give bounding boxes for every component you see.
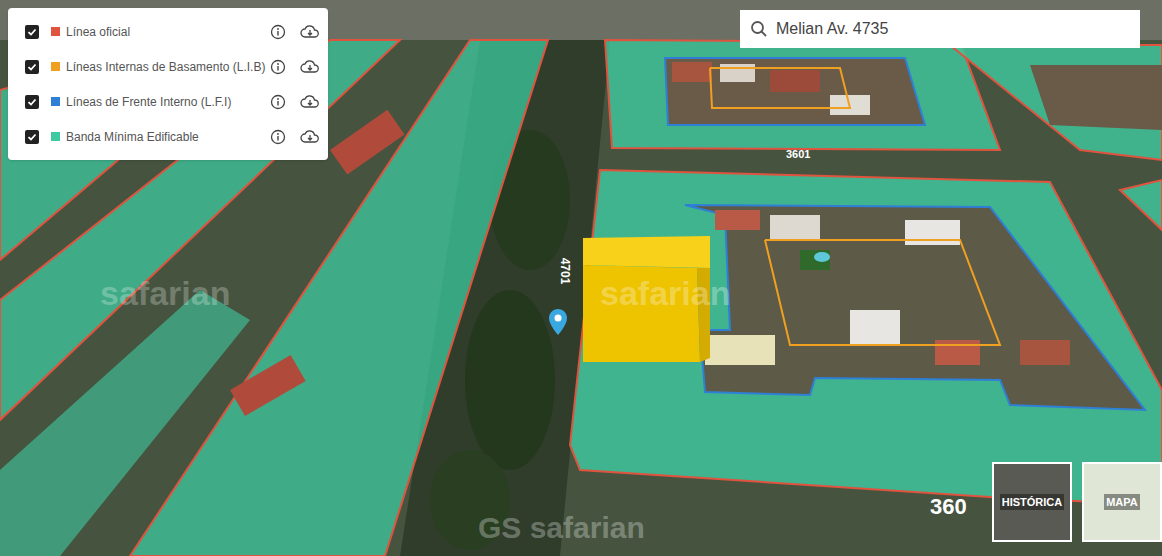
cloud-download-icon[interactable]: [300, 59, 320, 75]
legend-row: Líneas Internas de Basamento (L.I.B): [8, 49, 328, 84]
search-icon: [750, 20, 768, 38]
layer-checkbox[interactable]: [25, 130, 39, 144]
layer-legend: Línea oficial Líneas Internas de Basament…: [8, 8, 328, 160]
legend-row: Línea oficial: [8, 14, 328, 49]
watermark: safarian: [100, 268, 230, 319]
street-label: 3601: [786, 146, 810, 163]
search-box[interactable]: Melian Av. 4735: [740, 10, 1140, 48]
layer-checkbox[interactable]: [25, 25, 39, 39]
street-label: 360: [930, 490, 967, 523]
layer-label: Líneas Internas de Basamento (L.I.B): [66, 58, 264, 76]
watermark: GS safarian: [478, 505, 645, 550]
info-icon[interactable]: [270, 94, 286, 110]
basemap-label: HISTÓRICA: [1000, 494, 1065, 511]
map-view[interactable]: 4701 3601 360 safarian safarian GS safarian Lí…: [0, 0, 1162, 556]
street-label: 4701: [556, 258, 574, 285]
layer-label: Banda Mínima Edificable: [66, 128, 264, 146]
info-icon[interactable]: [270, 24, 286, 40]
layer-color-swatch: [51, 97, 60, 106]
search-value[interactable]: Melian Av. 4735: [776, 17, 888, 41]
layer-checkbox[interactable]: [25, 60, 39, 74]
cloud-download-icon[interactable]: [300, 24, 320, 40]
cloud-download-icon[interactable]: [300, 129, 320, 145]
legend-row: Líneas de Frente Interno (L.F.I): [8, 84, 328, 119]
layer-color-swatch: [51, 27, 60, 36]
basemap-thumbnail[interactable]: HISTÓRICA: [992, 462, 1072, 542]
layer-label: Línea oficial: [66, 23, 264, 41]
layer-color-swatch: [51, 62, 60, 71]
layer-color-swatch: [51, 132, 60, 141]
info-icon[interactable]: [270, 59, 286, 75]
basemap-thumbnail[interactable]: MAPA: [1082, 462, 1162, 542]
info-icon[interactable]: [270, 129, 286, 145]
watermark: safarian: [600, 268, 730, 319]
location-pin-icon[interactable]: [548, 308, 568, 336]
cloud-download-icon[interactable]: [300, 94, 320, 110]
basemap-label: MAPA: [1104, 494, 1140, 511]
legend-row: Banda Mínima Edificable: [8, 119, 328, 154]
layer-label: Líneas de Frente Interno (L.F.I): [66, 93, 264, 111]
layer-checkbox[interactable]: [25, 95, 39, 109]
basemap-switcher: HISTÓRICA MAPA: [992, 462, 1162, 542]
